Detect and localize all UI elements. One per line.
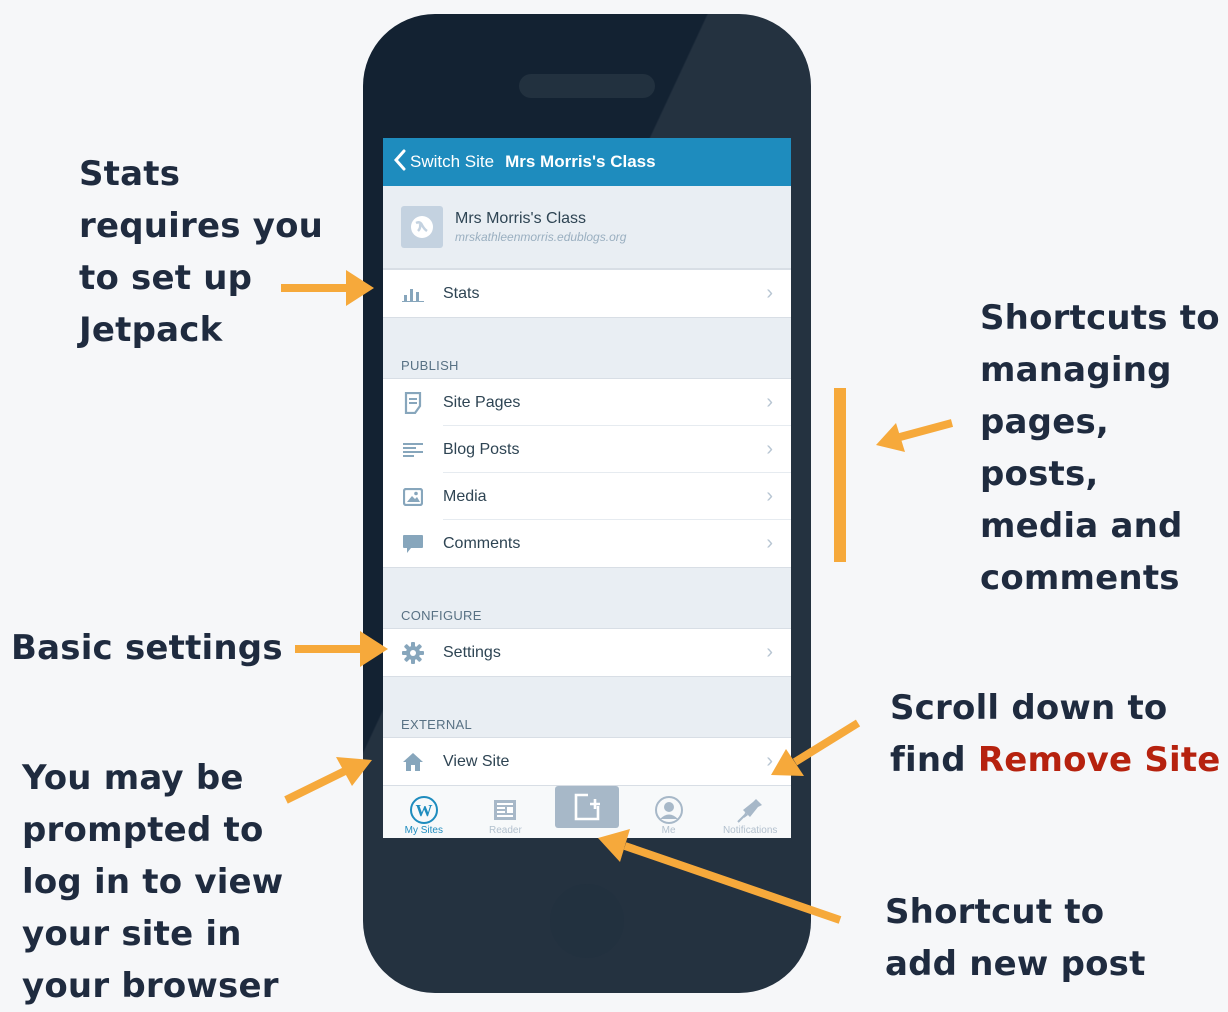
arrow-settings bbox=[295, 631, 388, 667]
arrow-stats bbox=[281, 270, 374, 306]
arrow-add-post bbox=[598, 829, 842, 924]
arrow-shortcuts bbox=[876, 419, 954, 452]
arrow-view-site bbox=[284, 757, 372, 804]
annotation-arrows bbox=[281, 270, 954, 924]
arrow-scroll bbox=[771, 719, 861, 776]
